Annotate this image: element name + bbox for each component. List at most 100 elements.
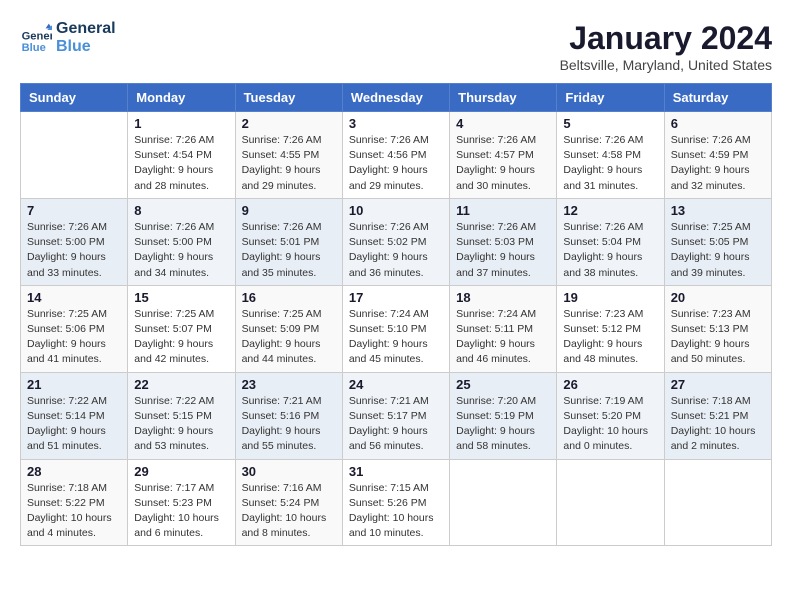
day-number: 6 bbox=[671, 116, 765, 131]
day-number: 21 bbox=[27, 377, 121, 392]
calendar-table: SundayMondayTuesdayWednesdayThursdayFrid… bbox=[20, 83, 772, 546]
calendar-cell: 18Sunrise: 7:24 AM Sunset: 5:11 PM Dayli… bbox=[450, 285, 557, 372]
day-info: Sunrise: 7:26 AM Sunset: 5:04 PM Dayligh… bbox=[563, 220, 657, 281]
day-info: Sunrise: 7:18 AM Sunset: 5:22 PM Dayligh… bbox=[27, 481, 121, 542]
calendar-header-saturday: Saturday bbox=[664, 84, 771, 112]
day-number: 8 bbox=[134, 203, 228, 218]
calendar-cell: 28Sunrise: 7:18 AM Sunset: 5:22 PM Dayli… bbox=[21, 459, 128, 546]
day-info: Sunrise: 7:21 AM Sunset: 5:17 PM Dayligh… bbox=[349, 394, 443, 455]
day-info: Sunrise: 7:22 AM Sunset: 5:15 PM Dayligh… bbox=[134, 394, 228, 455]
subtitle: Beltsville, Maryland, United States bbox=[560, 57, 772, 73]
calendar-week-1: 1 Sunrise: 7:26 AM Sunset: 4:54 PM Daylig… bbox=[21, 112, 772, 199]
calendar-cell: 12 Sunrise: 7:26 AM Sunset: 5:04 PM Dayli… bbox=[557, 198, 664, 285]
day-number: 23 bbox=[242, 377, 336, 392]
calendar-header-friday: Friday bbox=[557, 84, 664, 112]
calendar-week-5: 28Sunrise: 7:18 AM Sunset: 5:22 PM Dayli… bbox=[21, 459, 772, 546]
calendar-cell: 13 Sunrise: 7:25 AM Sunset: 5:05 PM Dayli… bbox=[664, 198, 771, 285]
day-info: Sunrise: 7:24 AM Sunset: 5:10 PM Dayligh… bbox=[349, 307, 443, 368]
day-number: 4 bbox=[456, 116, 550, 131]
calendar-header-monday: Monday bbox=[128, 84, 235, 112]
calendar-week-3: 14 Sunrise: 7:25 AM Sunset: 5:06 PM Dayli… bbox=[21, 285, 772, 372]
day-info: Sunrise: 7:26 AM Sunset: 5:00 PM Dayligh… bbox=[134, 220, 228, 281]
day-number: 11 bbox=[456, 203, 550, 218]
logo-text-line1: General bbox=[56, 20, 116, 38]
day-number: 9 bbox=[242, 203, 336, 218]
day-number: 15 bbox=[134, 290, 228, 305]
day-info: Sunrise: 7:26 AM Sunset: 4:59 PM Dayligh… bbox=[671, 133, 765, 194]
day-number: 29 bbox=[134, 464, 228, 479]
day-info: Sunrise: 7:25 AM Sunset: 5:06 PM Dayligh… bbox=[27, 307, 121, 368]
day-number: 12 bbox=[563, 203, 657, 218]
header: General Blue General Blue January 2024 B… bbox=[20, 20, 772, 73]
day-info: Sunrise: 7:26 AM Sunset: 4:58 PM Dayligh… bbox=[563, 133, 657, 194]
calendar-cell: 10 Sunrise: 7:26 AM Sunset: 5:02 PM Dayli… bbox=[342, 198, 449, 285]
calendar-cell bbox=[450, 459, 557, 546]
day-number: 2 bbox=[242, 116, 336, 131]
day-info: Sunrise: 7:16 AM Sunset: 5:24 PM Dayligh… bbox=[242, 481, 336, 542]
day-number: 1 bbox=[134, 116, 228, 131]
calendar-cell: 14 Sunrise: 7:25 AM Sunset: 5:06 PM Dayli… bbox=[21, 285, 128, 372]
day-info: Sunrise: 7:26 AM Sunset: 4:54 PM Dayligh… bbox=[134, 133, 228, 194]
calendar-cell: 16 Sunrise: 7:25 AM Sunset: 5:09 PM Dayli… bbox=[235, 285, 342, 372]
day-info: Sunrise: 7:19 AM Sunset: 5:20 PM Dayligh… bbox=[563, 394, 657, 455]
calendar-cell: 29Sunrise: 7:17 AM Sunset: 5:23 PM Dayli… bbox=[128, 459, 235, 546]
day-info: Sunrise: 7:15 AM Sunset: 5:26 PM Dayligh… bbox=[349, 481, 443, 542]
day-number: 10 bbox=[349, 203, 443, 218]
day-info: Sunrise: 7:22 AM Sunset: 5:14 PM Dayligh… bbox=[27, 394, 121, 455]
day-number: 13 bbox=[671, 203, 765, 218]
day-number: 25 bbox=[456, 377, 550, 392]
calendar-cell: 25 Sunrise: 7:20 AM Sunset: 5:19 PM Dayli… bbox=[450, 372, 557, 459]
day-number: 31 bbox=[349, 464, 443, 479]
calendar-cell: 15 Sunrise: 7:25 AM Sunset: 5:07 PM Dayli… bbox=[128, 285, 235, 372]
svg-text:Blue: Blue bbox=[22, 41, 46, 53]
day-info: Sunrise: 7:26 AM Sunset: 4:55 PM Dayligh… bbox=[242, 133, 336, 194]
calendar-cell: 7 Sunrise: 7:26 AM Sunset: 5:00 PM Daylig… bbox=[21, 198, 128, 285]
day-number: 20 bbox=[671, 290, 765, 305]
day-info: Sunrise: 7:25 AM Sunset: 5:07 PM Dayligh… bbox=[134, 307, 228, 368]
day-info: Sunrise: 7:21 AM Sunset: 5:16 PM Dayligh… bbox=[242, 394, 336, 455]
day-info: Sunrise: 7:23 AM Sunset: 5:13 PM Dayligh… bbox=[671, 307, 765, 368]
day-number: 17 bbox=[349, 290, 443, 305]
day-info: Sunrise: 7:23 AM Sunset: 5:12 PM Dayligh… bbox=[563, 307, 657, 368]
calendar-cell: 3Sunrise: 7:26 AM Sunset: 4:56 PM Daylig… bbox=[342, 112, 449, 199]
calendar-cell: 19 Sunrise: 7:23 AM Sunset: 5:12 PM Dayli… bbox=[557, 285, 664, 372]
day-number: 22 bbox=[134, 377, 228, 392]
calendar-cell: 9Sunrise: 7:26 AM Sunset: 5:01 PM Daylig… bbox=[235, 198, 342, 285]
calendar-header-thursday: Thursday bbox=[450, 84, 557, 112]
calendar-header-row: SundayMondayTuesdayWednesdayThursdayFrid… bbox=[21, 84, 772, 112]
calendar-cell: 30Sunrise: 7:16 AM Sunset: 5:24 PM Dayli… bbox=[235, 459, 342, 546]
calendar-cell: 21 Sunrise: 7:22 AM Sunset: 5:14 PM Dayli… bbox=[21, 372, 128, 459]
day-info: Sunrise: 7:25 AM Sunset: 5:05 PM Dayligh… bbox=[671, 220, 765, 281]
day-number: 26 bbox=[563, 377, 657, 392]
day-number: 16 bbox=[242, 290, 336, 305]
calendar-cell: 26 Sunrise: 7:19 AM Sunset: 5:20 PM Dayli… bbox=[557, 372, 664, 459]
day-info: Sunrise: 7:26 AM Sunset: 4:56 PM Dayligh… bbox=[349, 133, 443, 194]
day-number: 24 bbox=[349, 377, 443, 392]
calendar-cell bbox=[557, 459, 664, 546]
calendar-cell: 8 Sunrise: 7:26 AM Sunset: 5:00 PM Daylig… bbox=[128, 198, 235, 285]
title-area: January 2024 Beltsville, Maryland, Unite… bbox=[560, 20, 772, 73]
day-number: 19 bbox=[563, 290, 657, 305]
calendar-cell: 22 Sunrise: 7:22 AM Sunset: 5:15 PM Dayli… bbox=[128, 372, 235, 459]
day-info: Sunrise: 7:26 AM Sunset: 5:03 PM Dayligh… bbox=[456, 220, 550, 281]
logo: General Blue General Blue bbox=[20, 20, 116, 55]
calendar-week-2: 7 Sunrise: 7:26 AM Sunset: 5:00 PM Daylig… bbox=[21, 198, 772, 285]
main-title: January 2024 bbox=[560, 20, 772, 57]
logo-icon: General Blue bbox=[20, 22, 52, 54]
calendar-week-4: 21 Sunrise: 7:22 AM Sunset: 5:14 PM Dayli… bbox=[21, 372, 772, 459]
day-number: 7 bbox=[27, 203, 121, 218]
calendar-cell: 31 Sunrise: 7:15 AM Sunset: 5:26 PM Dayli… bbox=[342, 459, 449, 546]
day-info: Sunrise: 7:20 AM Sunset: 5:19 PM Dayligh… bbox=[456, 394, 550, 455]
calendar-cell: 20 Sunrise: 7:23 AM Sunset: 5:13 PM Dayli… bbox=[664, 285, 771, 372]
day-info: Sunrise: 7:26 AM Sunset: 5:00 PM Dayligh… bbox=[27, 220, 121, 281]
day-info: Sunrise: 7:18 AM Sunset: 5:21 PM Dayligh… bbox=[671, 394, 765, 455]
day-info: Sunrise: 7:25 AM Sunset: 5:09 PM Dayligh… bbox=[242, 307, 336, 368]
day-number: 14 bbox=[27, 290, 121, 305]
svg-text:General: General bbox=[22, 30, 52, 42]
day-info: Sunrise: 7:26 AM Sunset: 5:02 PM Dayligh… bbox=[349, 220, 443, 281]
calendar-cell: 2 Sunrise: 7:26 AM Sunset: 4:55 PM Daylig… bbox=[235, 112, 342, 199]
calendar-cell: 4 Sunrise: 7:26 AM Sunset: 4:57 PM Daylig… bbox=[450, 112, 557, 199]
calendar-header-sunday: Sunday bbox=[21, 84, 128, 112]
calendar-cell bbox=[21, 112, 128, 199]
day-info: Sunrise: 7:26 AM Sunset: 4:57 PM Dayligh… bbox=[456, 133, 550, 194]
